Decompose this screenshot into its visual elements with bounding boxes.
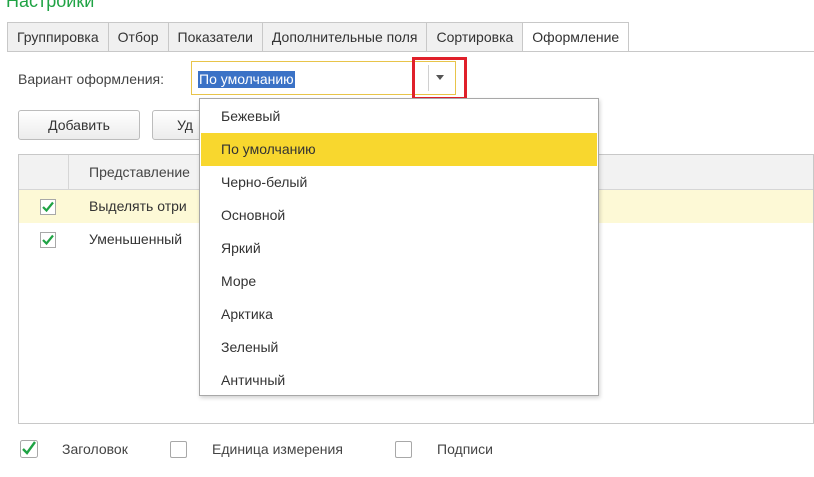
tab-bar: Группировка Отбор Показатели Дополнитель… [7,22,630,52]
row-text: Уменьшенный [89,231,183,247]
unit-checkbox[interactable] [170,441,187,458]
dropdown-option[interactable]: Арктика [201,298,597,331]
dropdown-option[interactable]: Черно-белый [201,166,597,199]
highlight-callout [412,57,467,100]
header-checkbox[interactable] [20,440,38,458]
dropdown-option[interactable]: Море [201,265,597,298]
add-button[interactable]: Добавить [18,110,140,140]
tab-divider [7,51,814,52]
checkbox-checked-icon[interactable] [40,199,56,215]
captions-checkbox[interactable] [395,441,412,458]
dropdown-option[interactable]: Основной [201,199,597,232]
variant-dropdown-list: Бежевый По умолчанию Черно-белый Основно… [199,98,599,396]
dropdown-option[interactable]: Античный [201,364,597,397]
checkbox-checked-icon[interactable] [40,232,56,248]
tab-additional-fields[interactable]: Дополнительные поля [261,22,428,52]
dropdown-option[interactable]: Яркий [201,232,597,265]
unit-checkbox-label[interactable]: Единица измерения [212,441,343,457]
header-checkbox-label[interactable]: Заголовок [62,441,128,457]
variant-select-value[interactable]: По умолчанию [198,71,295,88]
tab-filter[interactable]: Отбор [107,22,169,52]
column-header-presentation[interactable]: Представление [89,164,190,180]
variant-label: Вариант оформления: [18,71,165,87]
column-separator [68,155,69,189]
page-title: Настройки [6,0,95,11]
row-text: Выделять отри [89,198,187,214]
dropdown-option[interactable]: Бежевый [201,100,597,133]
dropdown-option-selected[interactable]: По умолчанию [201,133,597,166]
tab-appearance[interactable]: Оформление [522,22,630,52]
captions-checkbox-label[interactable]: Подписи [437,441,493,457]
dropdown-option[interactable]: Зеленый [201,331,597,364]
tab-sorting[interactable]: Сортировка [426,22,524,52]
tab-grouping[interactable]: Группировка [7,22,109,52]
tab-indicators[interactable]: Показатели [167,22,263,52]
